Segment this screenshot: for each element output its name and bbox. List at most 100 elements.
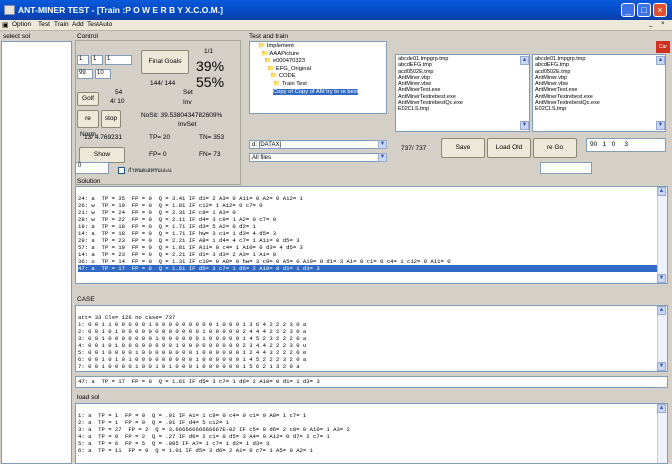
solution-line[interactable]: 14: a TP = 18 FP = 0 Q = 1.71 IF hw= 3 c… (78, 230, 665, 237)
param-field[interactable]: 90 1 0 3 (586, 138, 666, 152)
maximize-button[interactable]: □ (637, 3, 651, 17)
load-sol-line[interactable]: 5: a TP = 6 FP = 5 Q = .085 IF A7= 1 c7=… (78, 440, 665, 447)
tree-item-implement[interactable]: 📁 Implement (258, 43, 386, 51)
load-sol-label: load sol (77, 394, 100, 401)
save-button[interactable]: Save (441, 138, 485, 158)
case-row[interactable]: 3: 0 0 1 0 0 0 0 0 0 0 1 0 0 0 0 0 0 1 0… (78, 335, 665, 342)
stop-button[interactable]: stop (101, 110, 121, 128)
car-tag[interactable]: Car (656, 41, 670, 53)
solution-line[interactable]: 14: a TP = 23 FP = 0 Q = 2.21 IF d1= 3 d… (78, 251, 665, 258)
case-row[interactable]: 6: 0 0 1 0 1 0 1 0 0 0 0 0 0 0 0 0 1 0 0… (78, 356, 665, 363)
case-scroll-down-icon[interactable]: ▼ (657, 362, 666, 371)
filter-select[interactable]: All files (249, 153, 387, 162)
minimize-button[interactable]: _ (621, 3, 635, 17)
case-row[interactable]: 7: 0 0 1 0 0 0 0 1 0 0 1 0 1 0 0 0 1 0 0… (78, 363, 665, 370)
file-list-2-up-icon[interactable]: ▲ (656, 56, 665, 65)
solution-line[interactable]: 19: a TP = 18 FP = 0 Q = 1.71 IF d3= 5 A… (78, 223, 665, 230)
case-list[interactable]: att= 33 Cls= 126 no case= 737 1: 0 0 1 1 … (75, 305, 668, 372)
fp-value: FP= 0 (149, 151, 167, 158)
case-count: 737/ 737 (401, 145, 427, 152)
load-sol-line[interactable]: 3: a TP = 27 FP = 2 Q = 3.66666666666667… (78, 426, 665, 433)
param-1: 1 (602, 141, 607, 148)
show-button[interactable]: Show (79, 147, 125, 163)
load-sol-line[interactable]: 2: a TP = 1 FP = 0 Q = .01 IF d4= 5 c12=… (78, 419, 665, 426)
goal-percent: 39% (196, 58, 225, 74)
control-input-5[interactable]: 10 (95, 69, 111, 79)
filter-dropdown-icon[interactable]: ▼ (378, 153, 387, 162)
menu-bar: ▣ Option Test Train Add TestAuto _ × (0, 20, 672, 31)
mdi-icon[interactable]: ▣ (2, 21, 9, 29)
drive-select[interactable]: d: [DATAX] (249, 140, 387, 149)
re-norm-button[interactable]: re Norm (77, 110, 99, 138)
solution-scrollbar[interactable] (657, 187, 667, 283)
tree-item-selected[interactable]: Copy of Copy of AM try to re best (258, 88, 386, 97)
control-input-1[interactable]: 1 (77, 55, 89, 65)
load-sol-scroll-up-icon[interactable]: ▲ (657, 404, 666, 413)
solution-list[interactable]: 24: a TP = 35 FP = 0 Q = 3.41 IF d1= 2 A… (75, 186, 668, 284)
mdi-minimize-icon[interactable]: _ (649, 21, 652, 27)
select-sol-list[interactable] (1, 41, 72, 464)
case-row[interactable]: 4: 0 0 1 0 1 0 0 0 0 0 0 0 0 1 0 0 0 0 0… (78, 342, 665, 349)
load-old-button[interactable]: Load Old (487, 138, 531, 158)
tn-value: TN= 353 (199, 134, 225, 141)
folder-tree[interactable]: 📁 Implement 📁 AAAPicture 📁 e000470323 📁 … (249, 41, 387, 114)
solution-line[interactable]: 28: w TP = 22 FP = 0 Q = 2.11 IF d4= 3 c… (78, 216, 665, 223)
case-header: att= 33 Cls= 126 no case= 737 (78, 314, 176, 321)
title-bar: ANT-MINER TEST - [Train :P O W E R B Y X… (0, 0, 672, 20)
case-row[interactable]: 1: 0 0 1 1 0 0 0 0 0 1 0 0 0 0 0 0 0 0 0… (78, 321, 665, 328)
nosit-value: NoSit: 39.5380434782609% (141, 112, 223, 119)
load-sol-line[interactable]: 1: a TP = 1 FP = 0 Q = .01 IF A1= 1 c9= … (78, 412, 665, 419)
option-checkbox-label: กำหนดเอทรบเงะแ (128, 168, 172, 174)
load-sol-line[interactable]: 4: a TP = 9 FP = 2 Q = .27 IF d6= 2 c1= … (78, 433, 665, 440)
solution-scroll-down-icon[interactable]: ▼ (657, 274, 666, 283)
case-scroll-up-icon[interactable]: ▲ (657, 306, 666, 315)
set-label: Set (183, 89, 193, 96)
zero-input[interactable]: 0 (75, 162, 109, 174)
load-sol-list[interactable]: 1: a TP = 1 FP = 0 Q = .01 IF A1= 1 c9= … (75, 403, 668, 464)
option-checkbox[interactable] (118, 167, 125, 174)
solution-line[interactable]: 29: a TP = 23 FP = 0 Q = 2.21 IF A8= 1 d… (78, 237, 665, 244)
solution-scroll-up-icon[interactable]: ▲ (657, 187, 666, 196)
golf-button[interactable]: Golf (77, 92, 99, 106)
solution-line-selected[interactable]: 47: a TP = 17 FP = 0 Q = 1.61 IF d5= 3 c… (78, 265, 665, 272)
tree-item-train-test[interactable]: 📁 Train Test (258, 81, 386, 89)
file-list-1-up-icon[interactable]: ▲ (520, 56, 529, 65)
menu-testauto[interactable]: TestAuto (87, 21, 112, 28)
case-status: 47: a TP = 17 FP = 0 Q = 1.61 IF d5= 3 c… (75, 376, 668, 388)
re-go-button[interactable]: re Go (533, 138, 577, 158)
case-row[interactable]: 5: 0 0 1 0 0 0 0 1 0 0 0 0 0 0 0 0 1 0 0… (78, 349, 665, 356)
tree-item-e000470323[interactable]: 📁 e000470323 (258, 58, 386, 66)
menu-option[interactable]: Option (12, 21, 31, 28)
solution-line[interactable]: 21: w TP = 24 FP = 0 Q = 2.31 IF c9= 1 A… (78, 209, 665, 216)
menu-add[interactable]: Add (72, 21, 84, 28)
inv-label: Inv (183, 99, 192, 106)
file-list-1-down-icon[interactable]: ▼ (520, 121, 529, 130)
invset-label: InvSet (178, 121, 197, 128)
case-ratio: 144/ 144 (150, 80, 176, 87)
solution-line[interactable]: 26: w TP = 19 FP = 0 Q = 1.81 IF c12= 1 … (78, 202, 665, 209)
close-button[interactable]: × (653, 3, 667, 17)
menu-train[interactable]: Train (54, 21, 69, 28)
case-row[interactable]: 2: 0 0 1 0 1 0 0 0 0 0 0 0 0 0 0 0 0 1 0… (78, 328, 665, 335)
file-list-2-down-icon[interactable]: ▼ (656, 121, 665, 130)
solution-label: Solution (77, 178, 101, 185)
extra-input[interactable] (540, 162, 592, 174)
load-sol-line[interactable]: 6: a TP = 11 FP = 0 Q = 1.01 IF d5= 3 d6… (78, 447, 665, 454)
file-list-1[interactable]: abcde01.tmpgrp.tmp abcdEFG.tmp acd0502E.tm… (395, 54, 530, 132)
counter-value: 13/ 4.769231 (84, 134, 122, 141)
tree-item-code[interactable]: 📁 CODE (258, 73, 386, 81)
control-input-3[interactable]: 1 (105, 55, 132, 65)
final-goals-button[interactable]: Final Goals (141, 50, 189, 74)
drive-dropdown-icon[interactable]: ▼ (378, 140, 387, 149)
solution-line[interactable]: 36: u TP = 14 FP = 0 Q = 1.31 IF c10= 0 … (78, 258, 665, 265)
solution-line[interactable]: 57: a TP = 19 FP = 0 Q = 1.81 IF A11= 0 … (78, 244, 665, 251)
solution-line[interactable]: 24: a TP = 35 FP = 0 Q = 3.41 IF d1= 2 A… (78, 195, 665, 202)
control-input-4[interactable]: 99 (77, 69, 93, 79)
menu-test[interactable]: Test (38, 21, 50, 28)
control-input-2[interactable]: 1 (91, 55, 103, 65)
mdi-close-icon[interactable]: × (661, 21, 665, 27)
param-0: 0 (611, 141, 616, 148)
main-percent: 55% (196, 74, 225, 90)
value-54: 54 (115, 89, 123, 96)
file-list-2[interactable]: abcde01.tmpgrp.tmp abcdEFG.tmp acd0502E.tm… (532, 54, 666, 132)
